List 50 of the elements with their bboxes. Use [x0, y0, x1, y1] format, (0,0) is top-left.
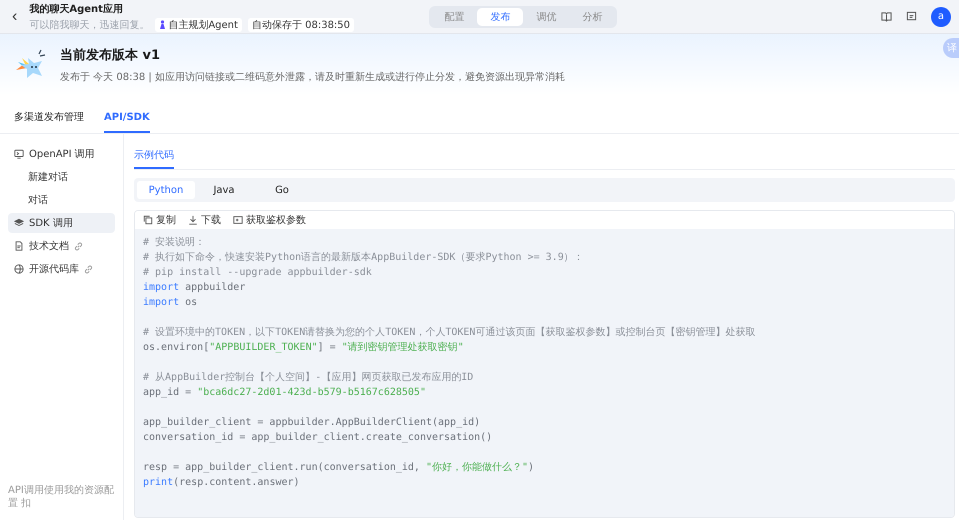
monitor-icon	[14, 149, 24, 159]
sidebar-item[interactable]: 开源代码库	[8, 259, 115, 279]
toolbar-button[interactable]: 获取鉴权参数	[233, 213, 306, 227]
user-avatar[interactable]: a	[931, 6, 951, 26]
code-line: conversation_id = app_builder_client.create_conversation()	[143, 431, 494, 445]
code-line: # 执行如下命令，快速安装Python语言的最新版本AppBuilder-SDK（要求Python >= 3.9）：	[143, 250, 585, 265]
code-line: app_builder_client = appbuilder.AppBuilderClient(app_id)	[143, 416, 482, 430]
code-line: # pip install --upgrade appbuilder-sdk	[143, 266, 373, 280]
key-card-icon	[233, 215, 243, 225]
sidebar-item[interactable]: 技术文档	[8, 236, 115, 256]
sidebar-item[interactable]: OpenAPI 调用	[8, 144, 115, 164]
back-button[interactable]: ‹	[8, 8, 22, 26]
link-icon	[74, 242, 83, 250]
code-line: import appbuilder	[143, 281, 246, 295]
sidebar-item[interactable]: 对话	[8, 190, 115, 210]
mode-tab[interactable]: 发布	[477, 8, 524, 26]
sidebar-item[interactable]: 新建对话	[8, 167, 115, 187]
code-line: import os	[143, 296, 198, 310]
book-icon[interactable]	[881, 11, 892, 22]
app-description: 可以陪我聊天，迅速回复。	[29, 18, 150, 32]
sidebar-item[interactable]: SDK 调用	[8, 213, 115, 233]
page-tab[interactable]: 多渠道发布管理	[14, 106, 84, 133]
copy-icon	[143, 215, 153, 225]
code-line: print(resp.content.answer)	[143, 476, 301, 490]
autosave-status: 自动保存于 08:38:50	[248, 18, 354, 32]
figure-icon	[159, 20, 166, 29]
link-icon	[84, 264, 93, 274]
message-icon[interactable]	[906, 11, 917, 22]
page-tab[interactable]: API/SDK	[104, 106, 150, 133]
app-title: 我的聊天Agent应用	[29, 2, 124, 16]
layers-icon	[14, 218, 24, 228]
language-tab[interactable]: Go	[253, 181, 311, 199]
resource-note: API调用使用我的资源配置 扣	[8, 484, 115, 510]
code-line: app_id = "bca6dc27-2d01-423d-b579-b5167c628505"	[143, 386, 427, 400]
release-info: 发布于 今天 08:38 | 如应用访问链接或二维码意外泄露，请及时重新生成或进行停止分发，避免资源出现异常消耗	[60, 70, 565, 84]
code-line: resp = app_builder_client.run(conversation_id, "你好，你能做什么？")	[143, 460, 536, 475]
download-icon	[188, 215, 198, 225]
globe-icon	[14, 264, 24, 274]
code-line: # 从AppBuilder控制台【个人空间】-【应用】网页获取已发布应用的ID	[143, 370, 474, 385]
agent-tag-label: 自主规划Agent	[168, 18, 238, 32]
code-line: # 安装说明：	[143, 236, 206, 250]
code-line: os.environ["APPBUILDER_TOKEN"] = "请到密钥管理处获取密钥"	[143, 340, 465, 355]
section-tab[interactable]: 示例代码	[134, 146, 174, 169]
language-tab[interactable]: Java	[195, 181, 253, 199]
code-line: # 设置环境中的TOKEN，以下TOKEN请替换为您的个人TOKEN，个人TOKEN可通过该页面【获取鉴权参数】或控制台页【密钥管理】处获取	[143, 326, 756, 340]
toolbar-button[interactable]: 复制	[143, 213, 176, 227]
document-icon	[14, 241, 24, 251]
toolbar-button[interactable]: 下载	[188, 213, 221, 227]
release-title: 当前发布版本 v1	[60, 47, 162, 64]
language-tab[interactable]: Python	[137, 181, 195, 199]
